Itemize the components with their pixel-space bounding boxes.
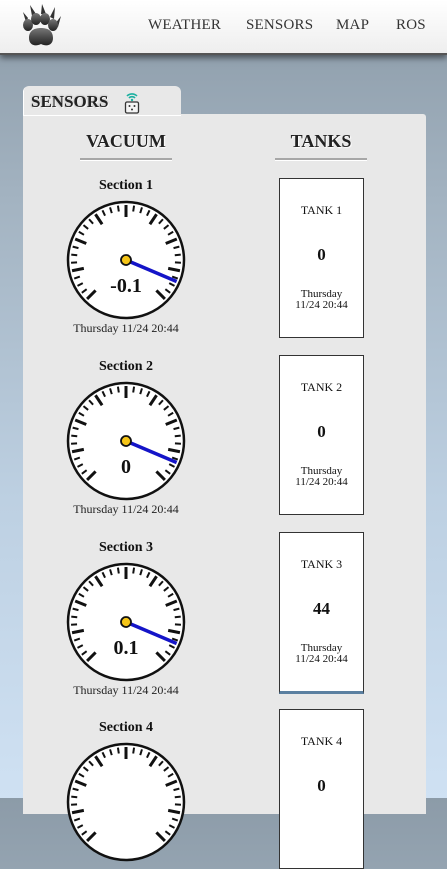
gauge-tick bbox=[175, 797, 181, 798]
gauge-value: -0.1 bbox=[110, 275, 142, 297]
gauge-tick bbox=[174, 247, 180, 248]
tank-value: 0 bbox=[280, 776, 363, 796]
gauge-face bbox=[68, 744, 184, 860]
vacuum-column-header: VACUUM bbox=[80, 131, 172, 152]
vacuum-gauge: -0.1 bbox=[65, 199, 187, 321]
gauge-tick bbox=[73, 247, 79, 248]
gauge-tick bbox=[73, 428, 79, 429]
tank-timestamp: Thursday11/24 20:44 bbox=[280, 466, 363, 488]
nav-map[interactable]: MAP bbox=[336, 17, 369, 34]
tank-card-2[interactable]: TANK 2 0 Thursday11/24 20:44 bbox=[279, 355, 364, 515]
gauge-tick bbox=[71, 617, 77, 618]
gauge-tick bbox=[133, 748, 134, 754]
gauge-hub bbox=[121, 436, 131, 446]
wireless-sensor-icon bbox=[123, 90, 141, 114]
gauge-timestamp: Thursday 11/24 20:44 bbox=[52, 321, 200, 336]
sensors-tab[interactable]: SENSORS bbox=[23, 86, 181, 116]
gauge-value: 0.1 bbox=[114, 637, 139, 659]
gauge-tick bbox=[118, 748, 119, 754]
gauge-timestamp: Thursday 11/24 20:44 bbox=[52, 683, 200, 698]
tank-card-1[interactable]: TANK 1 0 Thursday11/24 20:44 bbox=[279, 178, 364, 338]
gauge-tick bbox=[175, 255, 181, 256]
gauge-tick bbox=[71, 436, 77, 437]
gauge-tick bbox=[133, 206, 134, 212]
tanks-header-divider bbox=[275, 158, 367, 161]
gauge-tick bbox=[71, 797, 77, 798]
gauge-tick bbox=[174, 789, 180, 790]
gauge-tick bbox=[118, 387, 119, 393]
tank-card-4[interactable]: TANK 4 0 bbox=[279, 709, 364, 869]
section-title: Section 4 bbox=[62, 720, 190, 736]
nav-ros[interactable]: ROS bbox=[396, 17, 426, 34]
gauge-tick bbox=[133, 568, 134, 574]
nav-weather[interactable]: WEATHER bbox=[148, 17, 221, 34]
tank-card-3[interactable]: TANK 3 44 Thursday11/24 20:44 bbox=[279, 532, 364, 694]
tank-title: TANK 4 bbox=[280, 734, 363, 749]
gauge-tick bbox=[133, 387, 134, 393]
vacuum-header-divider bbox=[80, 158, 172, 161]
sensors-tab-title: SENSORS bbox=[31, 92, 108, 112]
top-navbar: WEATHER SENSORS MAP ROS bbox=[0, 0, 447, 55]
gauge-timestamp: Thursday 11/24 20:44 bbox=[52, 502, 200, 517]
section-title: Section 3 bbox=[62, 540, 190, 556]
gauge-tick bbox=[73, 789, 79, 790]
gauge-tick bbox=[175, 436, 181, 437]
gauge-tick bbox=[118, 206, 119, 212]
gauge-hub bbox=[121, 617, 131, 627]
gauge-tick bbox=[174, 609, 180, 610]
vacuum-gauge: 0.1 bbox=[65, 561, 187, 683]
tank-title: TANK 1 bbox=[280, 203, 363, 218]
gauge-tick bbox=[71, 255, 77, 256]
gauge-tick bbox=[174, 428, 180, 429]
tanks-column-header: TANKS bbox=[275, 131, 367, 152]
gauge-value: 0 bbox=[121, 456, 131, 478]
section-title: Section 1 bbox=[62, 178, 190, 194]
section-title: Section 2 bbox=[62, 359, 190, 375]
tank-value: 44 bbox=[280, 599, 363, 619]
vacuum-gauge bbox=[65, 741, 187, 863]
tank-title: TANK 3 bbox=[280, 557, 363, 572]
tank-title: TANK 2 bbox=[280, 380, 363, 395]
nav-sensors[interactable]: SENSORS bbox=[246, 17, 313, 34]
gauge-hub bbox=[121, 255, 131, 265]
tank-value: 0 bbox=[280, 422, 363, 442]
tank-timestamp: Thursday11/24 20:44 bbox=[280, 643, 363, 665]
gauge-tick bbox=[73, 609, 79, 610]
tank-timestamp: Thursday11/24 20:44 bbox=[280, 289, 363, 311]
paw-logo-icon[interactable] bbox=[20, 4, 62, 48]
vacuum-gauge: 0 bbox=[65, 380, 187, 502]
tank-value: 0 bbox=[280, 245, 363, 265]
gauge-tick bbox=[118, 568, 119, 574]
gauge-tick bbox=[175, 617, 181, 618]
